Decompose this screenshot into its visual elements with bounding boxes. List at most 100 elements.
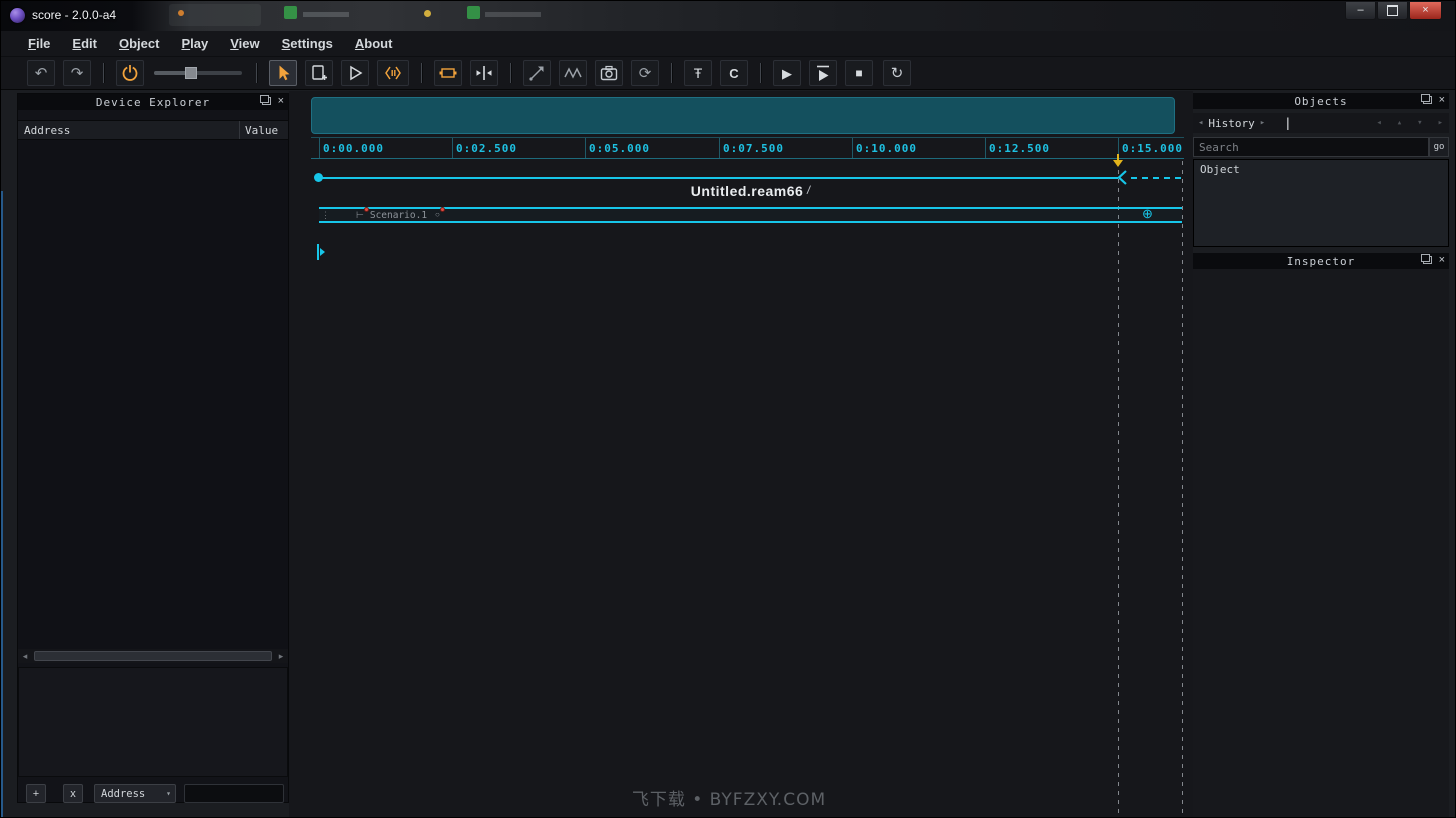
audio-brackets-icon bbox=[382, 63, 404, 83]
drag-handle-icon[interactable]: ⋮ bbox=[321, 211, 330, 220]
menu-bar: File Edit Object Play View Settings Abou… bbox=[1, 31, 1456, 57]
timeline-canvas[interactable]: 0:00.000 0:02.500 0:05.000 0:07.500 0:10… bbox=[289, 91, 1193, 818]
playhead-line bbox=[1118, 161, 1119, 818]
chevron-down-icon: ▾ bbox=[166, 789, 171, 798]
aero-glass-artifact bbox=[485, 12, 541, 17]
timebar-button[interactable]: Ŧ bbox=[684, 60, 712, 86]
menu-about[interactable]: About bbox=[344, 31, 404, 57]
scale-tool-button[interactable] bbox=[434, 60, 462, 86]
interval-name[interactable]: Untitled.ream66/ bbox=[561, 183, 941, 199]
address-type-dropdown[interactable]: Address ▾ bbox=[94, 784, 176, 803]
float-panel-icon[interactable] bbox=[1423, 256, 1432, 264]
console-button[interactable]: C bbox=[720, 60, 748, 86]
close-icon: × bbox=[1422, 5, 1428, 16]
scrollbar-thumb[interactable] bbox=[34, 651, 272, 661]
address-column-header[interactable]: Address bbox=[24, 124, 70, 137]
event-start-tick[interactable] bbox=[317, 244, 319, 260]
add-process-icon[interactable]: ⊕ bbox=[1142, 207, 1153, 220]
column-divider[interactable] bbox=[239, 121, 240, 139]
inspector-panel-header[interactable]: Inspector × bbox=[1193, 253, 1449, 269]
search-go-button[interactable]: go bbox=[1429, 137, 1449, 157]
interval-line[interactable] bbox=[319, 177, 1118, 179]
nav-left-icon[interactable]: ◂ bbox=[1376, 118, 1381, 128]
history-back-icon[interactable]: ◂ bbox=[1198, 118, 1203, 128]
volume-slider[interactable] bbox=[154, 61, 242, 85]
value-column-header[interactable]: Value bbox=[245, 124, 278, 137]
menu-view[interactable]: View bbox=[219, 31, 270, 57]
redo-button[interactable]: ↷ bbox=[63, 60, 91, 86]
record-view-button[interactable]: ⟳ bbox=[631, 60, 659, 86]
t-bar-icon: Ŧ bbox=[694, 66, 703, 80]
slider-handle[interactable] bbox=[185, 67, 197, 79]
titlebar[interactable]: score - 2.0.0-a4 – × bbox=[1, 1, 1456, 31]
create-tool-button[interactable] bbox=[305, 60, 333, 86]
camera-icon bbox=[599, 63, 619, 83]
transport-play-button[interactable]: ▶ bbox=[773, 60, 801, 86]
objects-tree[interactable]: Object bbox=[1193, 159, 1449, 247]
nav-up-icon[interactable]: ▴ bbox=[1397, 118, 1402, 128]
menu-file[interactable]: File bbox=[17, 31, 61, 57]
float-panel-icon[interactable] bbox=[1423, 96, 1432, 104]
scenario-process-icon[interactable]: ⊢ bbox=[356, 211, 364, 220]
objects-panel-header[interactable]: Objects × bbox=[1193, 93, 1449, 109]
diagonal-arrow-icon bbox=[527, 63, 547, 83]
menu-edit[interactable]: Edit bbox=[61, 31, 108, 57]
displace-button[interactable] bbox=[523, 60, 551, 86]
aero-glass-artifact bbox=[178, 10, 184, 16]
maximize-button[interactable] bbox=[1377, 2, 1408, 20]
scenario-process-icon[interactable]: ○ bbox=[435, 211, 440, 219]
redo-icon: ↷ bbox=[71, 66, 84, 81]
close-button[interactable]: × bbox=[1409, 2, 1442, 20]
history-forward-icon[interactable]: ▸ bbox=[1260, 118, 1265, 128]
playhead-marker[interactable] bbox=[1113, 154, 1124, 168]
scroll-left-icon[interactable]: ◂ bbox=[18, 649, 32, 663]
close-panel-icon[interactable]: × bbox=[1439, 95, 1446, 105]
nav-right-icon[interactable]: ▸ bbox=[1438, 118, 1443, 128]
search-input[interactable] bbox=[1193, 137, 1429, 157]
address-filter-input[interactable] bbox=[184, 784, 284, 803]
history-label[interactable]: History bbox=[1208, 117, 1254, 130]
watermark-text: 飞下载 • BYFZXY.COM bbox=[289, 785, 1169, 810]
interval-end-chevron-icon[interactable] bbox=[1118, 170, 1128, 185]
menu-object[interactable]: Object bbox=[108, 31, 170, 57]
stop-button[interactable]: ■ bbox=[845, 60, 873, 86]
error-badge bbox=[364, 207, 369, 212]
waveform-button[interactable] bbox=[559, 60, 587, 86]
split-icon bbox=[474, 63, 494, 83]
menu-play[interactable]: Play bbox=[170, 31, 219, 57]
undo-button[interactable]: ↶ bbox=[27, 60, 55, 86]
float-panel-icon[interactable] bbox=[262, 97, 271, 105]
add-address-button[interactable]: + bbox=[26, 784, 46, 803]
split-tool-button[interactable] bbox=[470, 60, 498, 86]
device-tree-body[interactable] bbox=[18, 140, 288, 649]
reinitialize-button[interactable]: ↻ bbox=[883, 60, 911, 86]
aero-glass-artifact bbox=[303, 12, 349, 17]
nav-down-icon[interactable]: ▾ bbox=[1417, 118, 1422, 128]
time-ruler[interactable]: 0:00.000 0:02.500 0:05.000 0:07.500 0:10… bbox=[311, 137, 1184, 159]
play-tool-button[interactable] bbox=[341, 60, 369, 86]
event-start-arrow-icon bbox=[320, 248, 325, 256]
play-root-button[interactable] bbox=[809, 60, 837, 86]
window-title: score - 2.0.0-a4 bbox=[32, 8, 116, 22]
ruler-tick bbox=[985, 138, 986, 159]
device-detail-panel bbox=[18, 667, 288, 777]
object-root-item[interactable]: Object bbox=[1200, 163, 1240, 176]
horizontal-scrollbar[interactable]: ◂ ▸ bbox=[18, 649, 288, 663]
scroll-right-icon[interactable]: ▸ bbox=[274, 649, 288, 663]
timeline-overview-bar[interactable] bbox=[311, 97, 1175, 134]
screenshot-button[interactable] bbox=[595, 60, 623, 86]
close-panel-icon[interactable]: × bbox=[278, 96, 285, 106]
device-explorer-header[interactable]: Device Explorer × bbox=[18, 94, 288, 110]
toolbar-separator bbox=[671, 63, 672, 83]
minimize-button[interactable]: – bbox=[1345, 2, 1376, 20]
close-panel-icon[interactable]: × bbox=[1439, 255, 1446, 265]
menu-settings[interactable]: Settings bbox=[271, 31, 344, 57]
toolbar: ↶ ↷ bbox=[1, 57, 1456, 90]
remove-address-button[interactable]: x bbox=[63, 784, 83, 803]
select-tool-button[interactable] bbox=[269, 60, 297, 86]
scenario-label[interactable]: Scenario.1 bbox=[370, 210, 427, 221]
ruler-time-label: 0:02.500 bbox=[456, 142, 517, 155]
audio-tool-button[interactable] bbox=[377, 60, 409, 86]
scenario-interval[interactable]: ⋮ ⊢ Scenario.1 ○ ⊕ bbox=[319, 207, 1182, 223]
power-button[interactable] bbox=[116, 60, 144, 86]
